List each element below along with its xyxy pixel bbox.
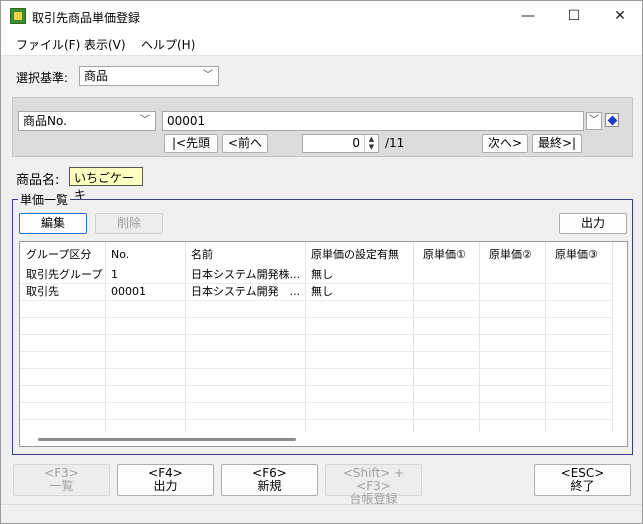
product-name-label: 商品名: [16,173,60,188]
record-position-value: 0 [352,136,360,150]
chevron-down-icon: ﹀ [589,115,599,126]
search-field-select[interactable]: 商品No. ﹀ [18,111,156,131]
table-cell[interactable]: 日本システム開発 ... [185,283,305,300]
search-value-text: 00001 [167,114,206,128]
ledger-register-button[interactable]: <Shift> + <F3> 台帳登録 [325,464,422,506]
close-button[interactable]: ✕ [597,1,643,32]
row-divider [20,419,613,420]
column-header-cost-setting[interactable]: 原単価の設定有無 [305,246,413,263]
menu-file[interactable]: ファイル(F) [16,36,80,53]
spinner-arrows-icon[interactable]: ▲ ▼ [364,135,378,152]
scrollbar-thumb[interactable] [38,438,296,441]
search-value-input[interactable]: 00001 [162,111,584,131]
row-divider [20,385,613,386]
horizontal-scrollbar[interactable] [20,432,627,446]
menu-bar: ファイル(F) 表示(V) ヘルプ(H) [1,32,642,56]
table-cell[interactable]: 取引先 [20,283,105,300]
price-list-title: 単価一覧 [18,191,71,208]
row-divider [20,334,613,335]
record-position-spinner[interactable]: 0 ▲ ▼ [302,134,379,153]
menu-view[interactable]: 表示(V) [84,36,126,53]
output-button-label: 出力 [153,479,178,493]
search-execute-button[interactable] [605,113,619,127]
price-table[interactable]: グループ区分 No. 名前 原単価の設定有無 原単価① 原単価② 原単価③ 取引… [19,241,628,447]
list-button[interactable]: <F3> 一覧 [13,464,110,496]
maximize-button[interactable]: ☐ [551,1,597,32]
ledger-register-key: <Shift> + <F3> [342,466,405,493]
list-output-button[interactable]: 出力 [559,213,627,234]
column-divider [545,242,546,432]
window-title: 取引先商品単価登録 [32,11,141,25]
first-record-button[interactable]: |<先頭 [164,134,218,153]
exit-button[interactable]: <ESC> 終了 [534,464,631,496]
row-divider [20,368,613,369]
output-button[interactable]: <F4> 出力 [117,464,214,496]
next-record-button[interactable]: 次へ> [482,134,528,153]
title-bar: 取引先商品単価登録 — ☐ ✕ [1,1,642,32]
column-divider [612,242,613,432]
column-divider [479,242,480,432]
table-cell[interactable]: 取引先グループ [20,266,105,283]
table-cell[interactable]: 無し [305,283,413,300]
delete-button[interactable]: 削除 [95,213,163,234]
criteria-value: 商品 [84,69,109,83]
column-divider [413,242,414,432]
product-name-value: いちごケーキ [69,167,143,202]
row-divider [20,351,613,352]
criteria-label: 選択基準: [16,71,69,85]
column-header-cost2[interactable]: 原単価② [479,246,545,263]
column-header-cost1[interactable]: 原単価① [413,246,479,263]
new-button[interactable]: <F6> 新規 [221,464,318,496]
row-divider [20,283,613,284]
exit-button-label: 終了 [570,479,595,493]
search-field-value: 商品No. [23,114,67,128]
column-header-cost3[interactable]: 原単価③ [545,246,612,263]
chevron-down-icon: ﹀ [140,115,150,126]
row-divider [20,402,613,403]
table-cell[interactable]: 日本システム開発株... [185,266,305,283]
table-cell[interactable]: 1 [105,266,185,283]
table-cell[interactable]: 00001 [105,283,185,300]
app-icon [10,8,26,24]
row-divider [20,317,613,318]
record-total: /11 [385,136,405,150]
criteria-select[interactable]: 商品 ﹀ [79,66,219,86]
edit-button[interactable]: 編集 [19,213,87,234]
new-button-label: 新規 [257,479,282,493]
main-window: 取引先商品単価登録 — ☐ ✕ ファイル(F) 表示(V) ヘルプ(H) 選択基… [0,0,643,524]
chevron-down-icon: ﹀ [203,70,213,81]
table-cell[interactable]: 無し [305,266,413,283]
list-button-label: 一覧 [49,479,74,493]
column-header-no[interactable]: No. [105,246,185,263]
search-dropdown-button[interactable]: ﹀ [586,112,602,130]
menu-help[interactable]: ヘルプ(H) [141,36,195,53]
status-bar [1,504,642,523]
minimize-button[interactable]: — [505,1,551,32]
diamond-icon [607,115,618,126]
column-header-name[interactable]: 名前 [185,246,305,263]
column-header-group[interactable]: グループ区分 [20,246,105,263]
prev-record-button[interactable]: <前へ [222,134,268,153]
row-divider [20,300,613,301]
last-record-button[interactable]: 最終>| [532,134,582,153]
